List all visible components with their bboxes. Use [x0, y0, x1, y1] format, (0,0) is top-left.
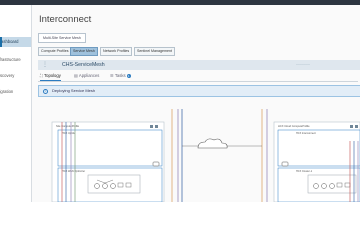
tab-label: Appliances — [78, 73, 100, 78]
tab-tasks[interactable]: ☰ Tasks 1 — [110, 72, 131, 80]
right-site-label: HCX Cloud ComputeProfile — [278, 124, 310, 128]
tasks-count-badge: 1 — [126, 73, 131, 78]
sidebar-item-label: Migration — [0, 89, 14, 94]
tab-label: Tasks — [114, 73, 126, 78]
internet-cloud-icon — [197, 138, 228, 149]
main-content: Interconnect Multi-Site Service Mesh Com… — [32, 5, 360, 202]
divider-dots: ······· — [296, 62, 310, 68]
page-title: Interconnect — [39, 14, 92, 25]
site-status-icon — [150, 125, 153, 128]
right-inner-label: HCX Interconnect — [296, 132, 316, 135]
collapse-icon[interactable]: ⋮ — [42, 61, 48, 69]
left-site: Site ComputeProfile HCX Uplink HCX WAN O… — [51, 121, 165, 202]
right-interconnect-box — [277, 129, 360, 167]
sidebar-item-dashboard[interactable]: Dashboard — [0, 37, 31, 47]
network-card-icon — [152, 161, 160, 167]
tab-service-mesh[interactable]: Service Mesh — [70, 47, 98, 56]
multi-site-chip[interactable]: Multi-Site Service Mesh — [38, 33, 86, 43]
tasks-icon: ☰ — [110, 73, 114, 78]
tab-network-profiles[interactable]: Network Profiles — [100, 47, 133, 56]
right-site: HCX Cloud ComputeProfile HCX Interconnec… — [273, 121, 360, 202]
service-mesh-header: ⋮ CHS-ServiceMesh ······· — [38, 60, 360, 70]
network-card-icon — [281, 161, 289, 167]
sidebar-item-label: Dashboard — [0, 39, 19, 44]
sidebar-item-label: Infrastructure — [0, 57, 21, 62]
right-appliance-panel — [307, 174, 357, 194]
sidebar-item-infrastructure[interactable]: Infrastructure — [0, 55, 30, 65]
mesh-subtabs: ⛶ Topology ▤ Appliances ☰ Tasks 1 — [38, 72, 358, 82]
info-icon: i — [43, 88, 48, 94]
left-lower-label: HCX WAN Optimizer — [62, 170, 85, 173]
status-banner: i Deploying Service Mesh — [38, 85, 360, 97]
banner-text: Deploying Service Mesh — [52, 88, 96, 93]
tab-appliances[interactable]: ▤ Appliances — [74, 72, 99, 80]
tab-sentinel-management[interactable]: Sentinel Management — [134, 47, 175, 56]
sidebar: Dashboard Infrastructure Discovery Migra… — [0, 5, 32, 202]
right-lower-label: HCX Cluster-1 — [296, 170, 313, 173]
topology-icon: ⛶ — [40, 73, 43, 78]
left-inner-label: HCX Uplink — [62, 132, 76, 135]
appliance-icon: ▤ — [74, 73, 78, 78]
sidebar-item-label: Discovery — [0, 73, 15, 78]
topology-diagram: Site ComputeProfile HCX Uplink HCX WAN O… — [51, 109, 360, 202]
sidebar-item-migration[interactable]: Migration — [0, 87, 30, 97]
tab-topology[interactable]: ⛶ Topology — [40, 72, 61, 81]
tab-label: Topology — [44, 73, 61, 78]
left-uplink-box — [57, 129, 163, 167]
service-mesh-name: CHS-ServiceMesh — [62, 62, 105, 68]
site-status-icon — [355, 125, 358, 128]
tab-compute-profiles[interactable]: Compute Profiles — [38, 47, 72, 56]
sidebar-item-discovery[interactable]: Discovery — [0, 71, 30, 81]
site-status-icon — [155, 125, 158, 128]
left-site-label: Site ComputeProfile — [56, 124, 80, 128]
site-status-icon — [350, 125, 353, 128]
